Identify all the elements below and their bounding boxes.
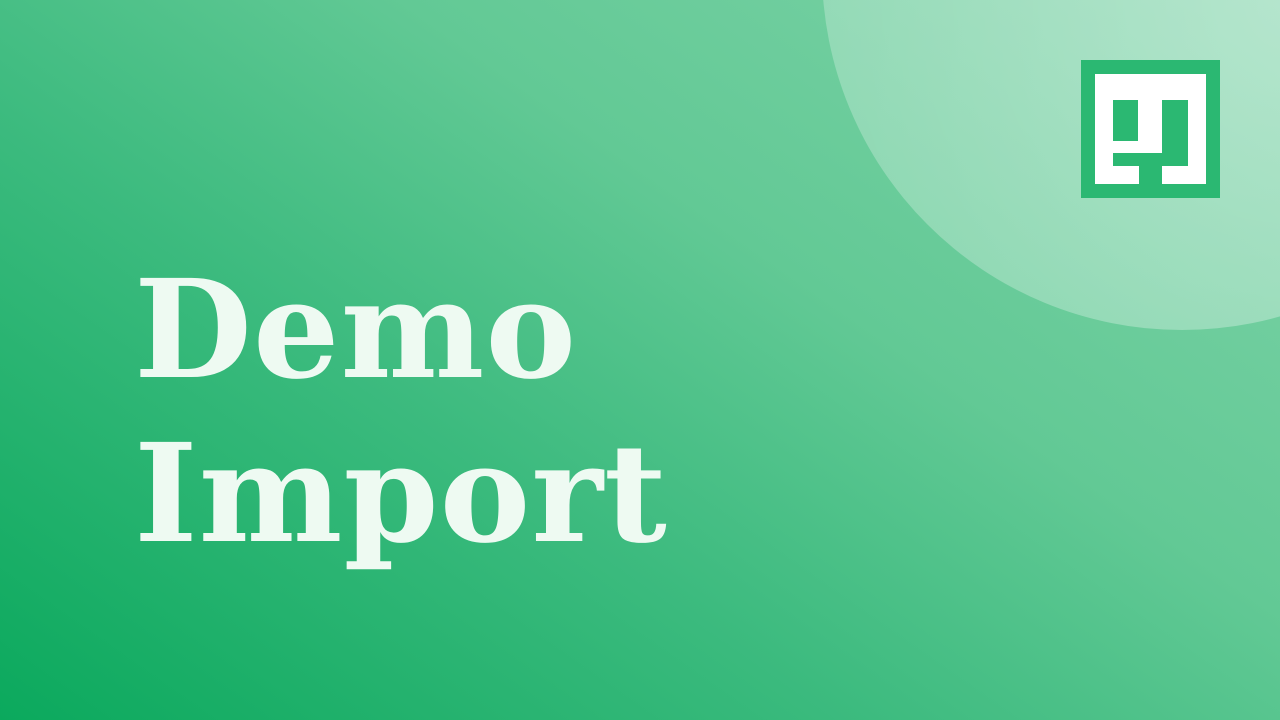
title-line-1: Demo [134,250,578,410]
title-slide: Demo Import [0,0,1280,720]
title-line-2: Import [134,414,668,574]
brand-logo-icon [1081,60,1220,198]
page-title: Demo Import [134,248,668,576]
